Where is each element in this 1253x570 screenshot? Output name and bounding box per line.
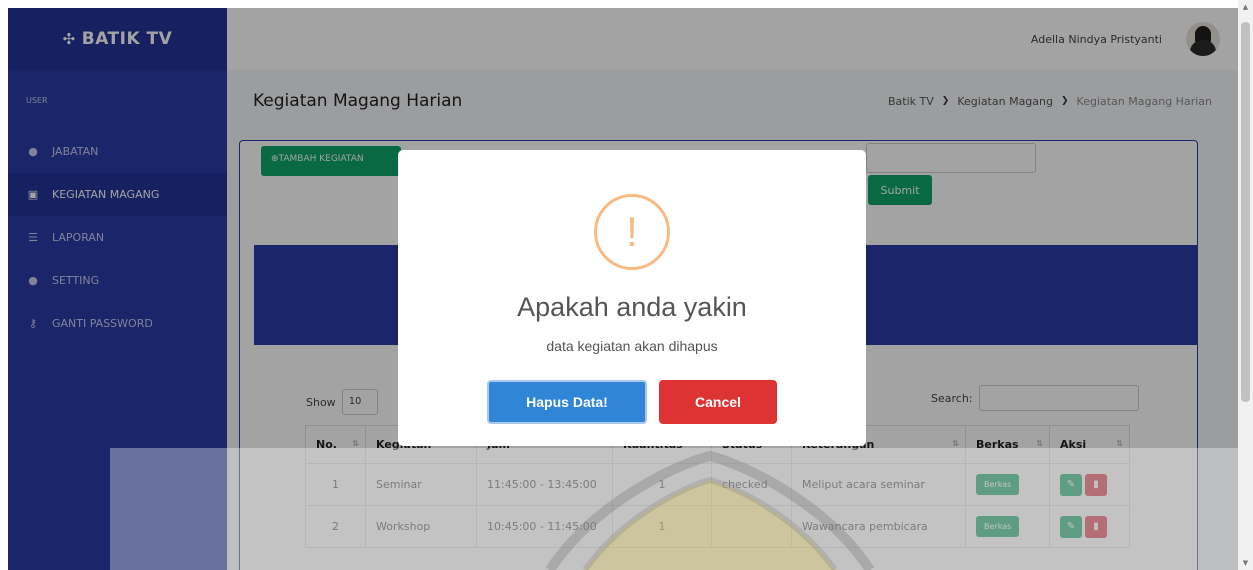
scroll-up-icon[interactable]: ▲ (1238, 0, 1253, 14)
app-frame: ✣ BATIK TV USER ● JABATAN ▣ KEGIATAN MAG… (8, 8, 1238, 570)
watermark (110, 448, 1238, 570)
cancel-button[interactable]: Cancel (659, 380, 777, 424)
dialog-actions: Hapus Data! Cancel (398, 380, 866, 424)
vertical-scrollbar[interactable]: ▲ ▼ (1238, 0, 1253, 570)
scroll-thumb[interactable] (1241, 22, 1250, 402)
dialog-title: Apakah anda yakin (517, 292, 747, 322)
warning-icon: ! (594, 194, 670, 270)
dialog-message: data kegiatan akan dihapus (546, 338, 718, 354)
confirm-delete-button[interactable]: Hapus Data! (487, 380, 647, 424)
confirm-delete-dialog: ! Apakah anda yakin data kegiatan akan d… (398, 150, 866, 446)
watermark-logo (545, 450, 875, 570)
scroll-down-icon[interactable]: ▼ (1238, 556, 1253, 570)
